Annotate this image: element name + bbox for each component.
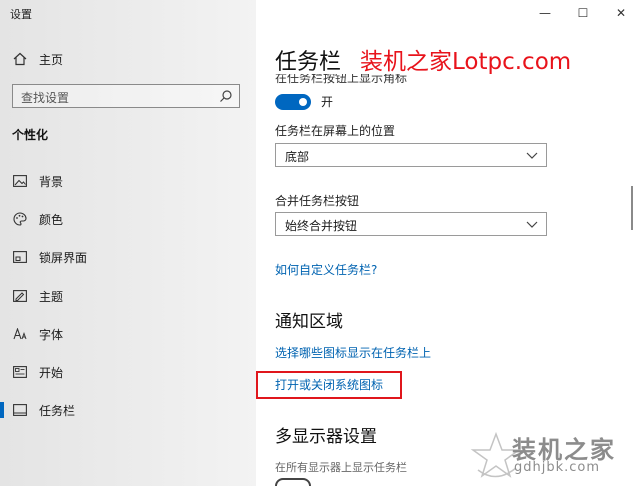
page-title: 任务栏 (275, 50, 342, 75)
theme-icon (12, 288, 28, 304)
start-icon (12, 364, 28, 380)
notification-area-heading: 通知区域 (275, 312, 343, 332)
sidebar-item-label: 开始 (39, 365, 64, 380)
scrollbar-thumb[interactable] (631, 186, 633, 230)
sidebar-item-label: 主题 (39, 289, 64, 304)
chevron-down-icon (526, 149, 538, 164)
chevron-down-icon (526, 218, 538, 233)
sidebar-item-fonts[interactable]: 字体 (0, 319, 256, 349)
sidebar-item-colors[interactable]: 颜色 (0, 204, 256, 234)
lockscreen-icon (12, 249, 28, 265)
sidebar-item-themes[interactable]: 主题 (0, 281, 256, 311)
multi-display-label: 在所有显示器上显示任务栏 (275, 461, 407, 474)
taskbar-icon (12, 402, 28, 418)
select-icons-link[interactable]: 选择哪些图标显示在任务栏上 (275, 344, 431, 361)
window-controls: — ☐ ✕ (526, 0, 640, 26)
taskbar-badges-label: 在任务栏按钮上显示角标 (275, 74, 408, 84)
sidebar-item-label: 锁屏界面 (39, 250, 88, 265)
sidebar-item-lockscreen[interactable]: 锁屏界面 (0, 242, 256, 272)
toggle-state-label: 开 (321, 95, 334, 109)
palette-icon (12, 211, 28, 227)
font-icon (12, 326, 28, 342)
highlight-box (256, 371, 402, 399)
sidebar-item-label: 任务栏 (39, 403, 76, 418)
close-button[interactable]: ✕ (602, 0, 640, 26)
position-label: 任务栏在屏幕上的位置 (275, 124, 396, 138)
watermark-url: gdhjbk.com (514, 460, 601, 475)
position-dropdown[interactable]: 底部 (275, 143, 547, 167)
content-pane: — ☐ ✕ 任务栏 装机之家Lotpc.com 在任务栏按钮上显示角标 开 任务… (256, 0, 640, 486)
combine-label: 合并任务栏按钮 (275, 194, 360, 208)
badges-toggle[interactable] (275, 93, 311, 110)
sidebar-item-taskbar[interactable]: 任务栏 (0, 395, 256, 425)
position-value: 底部 (285, 150, 310, 164)
customize-taskbar-link[interactable]: 如何自定义任务栏? (275, 261, 377, 278)
sidebar-item-label: 字体 (39, 327, 64, 342)
search-input[interactable]: 查找设置 (12, 84, 240, 108)
watermark-text: 装机之家Lotpc.com (360, 49, 572, 75)
search-placeholder: 查找设置 (21, 91, 70, 105)
search-icon[interactable] (219, 89, 233, 106)
combine-dropdown[interactable]: 始终合并按钮 (275, 212, 547, 236)
image-icon (12, 173, 28, 189)
section-title: 个性化 (12, 128, 49, 142)
sidebar-item-label: 背景 (39, 174, 64, 189)
sidebar-item-home[interactable]: 主页 (0, 44, 256, 74)
badges-toggle-row: 开 (275, 93, 333, 110)
minimize-button[interactable]: — (526, 0, 564, 26)
sidebar-item-label: 主页 (39, 52, 64, 67)
sidebar-item-start[interactable]: 开始 (0, 357, 256, 387)
multi-display-toggle[interactable] (275, 478, 311, 486)
sidebar: 设置 主页 查找设置 个性化 背景 颜色 锁屏界面 主题 字体 开始 任务栏 (0, 0, 256, 486)
maximize-button[interactable]: ☐ (564, 0, 602, 26)
window-title: 设置 (10, 8, 32, 21)
multi-display-heading: 多显示器设置 (275, 427, 377, 447)
home-icon (12, 51, 28, 67)
combine-value: 始终合并按钮 (285, 219, 358, 233)
sidebar-item-label: 颜色 (39, 212, 64, 227)
sidebar-item-background[interactable]: 背景 (0, 166, 256, 196)
